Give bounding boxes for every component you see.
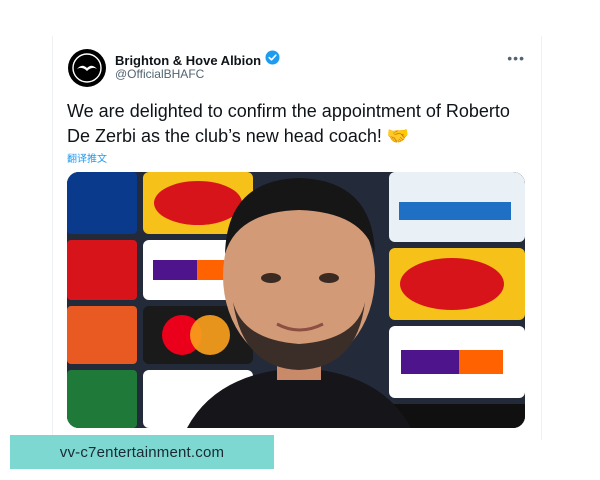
verified-badge-icon — [265, 50, 280, 70]
press-conference-photo — [67, 172, 525, 428]
avatar[interactable] — [68, 49, 106, 87]
author-handle[interactable]: @OfficialBHAFC — [115, 67, 204, 81]
green-panel — [67, 370, 137, 428]
red-panel — [67, 240, 137, 300]
ps5-panel — [67, 172, 137, 234]
orange-panel — [67, 306, 137, 364]
more-options-icon[interactable]: ••• — [507, 50, 525, 66]
tweet-card: Brighton & Hove Albion @OfficialBHAFC ••… — [52, 36, 542, 440]
seagull-crest-icon — [69, 50, 105, 86]
author-name[interactable]: Brighton & Hove Albion — [115, 53, 261, 68]
translate-link[interactable]: 翻译推文 — [67, 150, 107, 165]
tweet-photo[interactable] — [67, 172, 525, 428]
watermark-banner: vv-c7entertainment.com — [10, 435, 274, 469]
tweet-text: We are delighted to confirm the appointm… — [67, 101, 510, 146]
watermark-text: vv-c7entertainment.com — [59, 443, 225, 461]
